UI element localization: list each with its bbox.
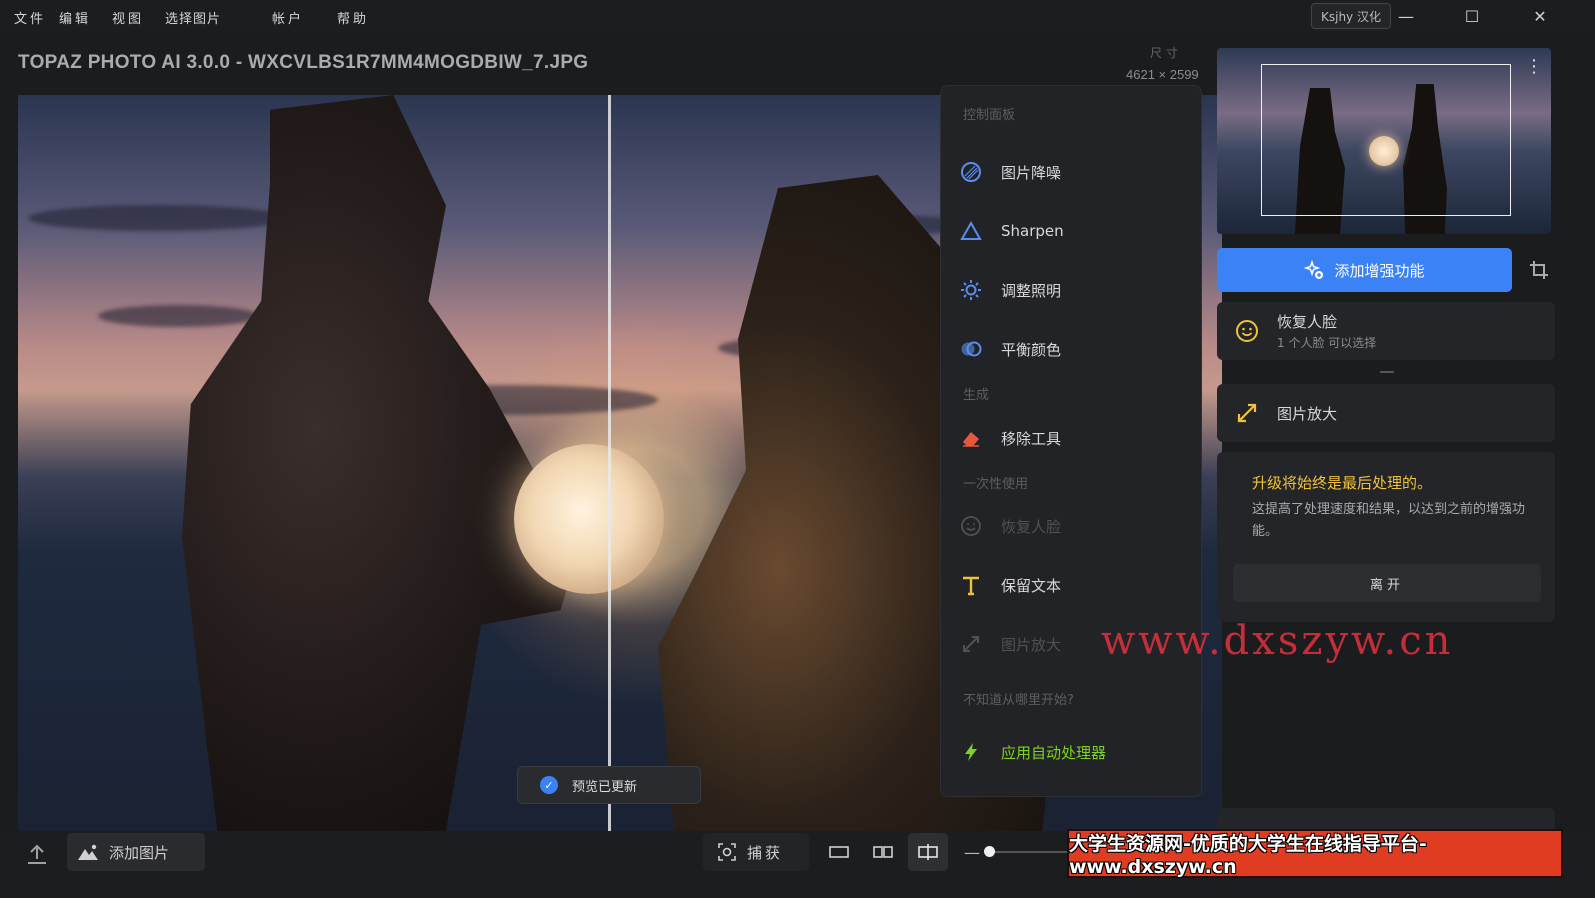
sun-icon — [959, 278, 983, 302]
expand-arrow-icon — [1235, 401, 1259, 425]
split-view-button[interactable] — [908, 833, 948, 871]
upscale-card-title: 图片放大 — [1277, 404, 1338, 423]
preview-status-badge: ✓ 预览已更新 — [517, 766, 701, 804]
zoom-out-icon[interactable]: — — [964, 843, 980, 862]
mountain-image-icon — [77, 842, 99, 862]
face-recovery-card[interactable]: 恢复人脸 1 个人脸 可以选择 — [1217, 302, 1555, 360]
upscale-icon — [959, 632, 983, 656]
upscale-label: 图片放大 — [1001, 635, 1062, 654]
side-by-side-view-button[interactable] — [863, 833, 903, 871]
panel-item-denoise[interactable]: 图片降噪 — [959, 154, 1189, 190]
more-vertical-icon[interactable]: ⋮ — [1525, 56, 1543, 77]
menu-edit[interactable]: 编辑 — [59, 8, 91, 27]
remove-label: 移除工具 — [1001, 429, 1062, 448]
menu-file[interactable]: 文件 — [14, 8, 46, 27]
close-button[interactable]: ✕ — [1520, 4, 1560, 28]
panel-item-face-recovery[interactable]: 恢复人脸 — [959, 508, 1189, 544]
add-enhancement-label: 添加增强功能 — [1334, 261, 1425, 280]
panel-item-lighting[interactable]: 调整照明 — [959, 272, 1189, 308]
notice-title: 升级将始终是最后处理的。 — [1252, 474, 1433, 492]
text-icon — [959, 573, 983, 597]
add-image-button[interactable]: 添加图片 — [67, 833, 205, 871]
panel-item-color[interactable]: 平衡颜色 — [959, 331, 1189, 367]
section-control-label: 控制面板 — [963, 108, 1016, 123]
control-panel: 控制面板 图片降噪 Sharpen 调整照明 平衡颜色 生成 移除工具 一次性使… — [940, 85, 1202, 797]
sparkle-plus-icon — [1304, 260, 1324, 280]
watermark-text: www.dxszyw.cn — [1101, 618, 1454, 664]
menu-help[interactable]: 帮助 — [337, 8, 369, 27]
dimension-value: 4621 × 2599 — [1126, 67, 1199, 82]
lighting-label: 调整照明 — [1001, 281, 1062, 300]
capture-button[interactable]: 捕获 — [703, 833, 809, 871]
card-separator — [1380, 371, 1394, 373]
panel-item-preserve-text[interactable]: 保留文本 — [959, 567, 1189, 603]
section-once-label: 一次性使用 — [963, 477, 1029, 492]
localization-badge[interactable]: Ksjhy 汉化 — [1311, 3, 1391, 29]
face-recovery-title: 恢复人脸 — [1277, 313, 1338, 331]
viewport-frame[interactable] — [1261, 64, 1511, 216]
navigator-thumbnail[interactable]: ⋮ — [1217, 48, 1551, 234]
capture-label: 捕获 — [747, 843, 784, 862]
preserve-text-label: 保留文本 — [1001, 576, 1062, 595]
sharpen-label: Sharpen — [1001, 222, 1064, 240]
smile-icon — [1235, 319, 1259, 343]
menu-bar: 文件 编辑 视图 选择图片 帐户 帮助 Ksjhy 汉化 — ☐ ✕ — [0, 0, 1595, 32]
check-icon: ✓ — [540, 776, 558, 794]
face-recovery-subtitle: 1 个人脸 可以选择 — [1277, 336, 1377, 350]
denoise-label: 图片降噪 — [1001, 163, 1062, 182]
add-image-label: 添加图片 — [109, 843, 170, 862]
eraser-icon — [959, 426, 983, 450]
section-start-label: 不知道从哪里开始? — [963, 693, 1074, 708]
zoom-slider[interactable] — [988, 851, 1068, 853]
side-by-side-icon — [873, 845, 893, 859]
compare-divider[interactable] — [608, 95, 611, 831]
menu-account[interactable]: 帐户 — [272, 8, 304, 27]
color-balance-icon — [959, 337, 983, 361]
moon-lamp — [514, 444, 664, 594]
autopilot-label: 应用自动处理器 — [1001, 743, 1107, 762]
add-enhancement-button[interactable]: 添加增强功能 — [1217, 248, 1512, 292]
crop-icon — [1528, 259, 1550, 281]
panel-item-remove[interactable]: 移除工具 — [959, 420, 1189, 456]
leave-button[interactable]: 离开 — [1233, 564, 1541, 602]
notice-body: 这提高了处理速度和结果，以达到之前的增强功能。 — [1252, 502, 1526, 539]
camera-icon — [717, 842, 737, 862]
crop-button[interactable] — [1520, 248, 1558, 292]
dimension-label: 尺寸 — [1150, 46, 1183, 60]
single-view-icon — [829, 845, 849, 859]
upscale-card[interactable]: 图片放大 — [1217, 384, 1555, 442]
denoise-icon — [959, 160, 983, 184]
maximize-button[interactable]: ☐ — [1452, 4, 1492, 28]
color-label: 平衡颜色 — [1001, 340, 1062, 359]
panel-item-sharpen[interactable]: Sharpen — [959, 213, 1189, 249]
face-recovery-label: 恢复人脸 — [1001, 517, 1062, 536]
section-generate-label: 生成 — [963, 388, 990, 403]
window-title: TOPAZ PHOTO AI 3.0.0 - WXCVLBS1R7MM4MOGD… — [18, 52, 589, 73]
face-icon — [959, 514, 983, 538]
panel-item-autopilot[interactable]: 应用自动处理器 — [959, 734, 1189, 770]
split-view-icon — [918, 843, 938, 861]
lightning-icon — [959, 740, 983, 764]
upload-icon[interactable] — [24, 842, 50, 868]
menu-select-image[interactable]: 选择图片 — [165, 8, 221, 27]
single-view-button[interactable] — [819, 833, 859, 871]
preview-status-text: 预览已更新 — [572, 779, 638, 795]
menu-view[interactable]: 视图 — [112, 8, 144, 27]
minimize-button[interactable]: — — [1386, 4, 1426, 28]
zoom-slider-handle[interactable] — [984, 846, 995, 857]
site-banner: 大学生资源网-优质的大学生在线指导平台-www.dxszyw.cn — [1067, 829, 1563, 878]
triangle-icon — [959, 219, 983, 243]
